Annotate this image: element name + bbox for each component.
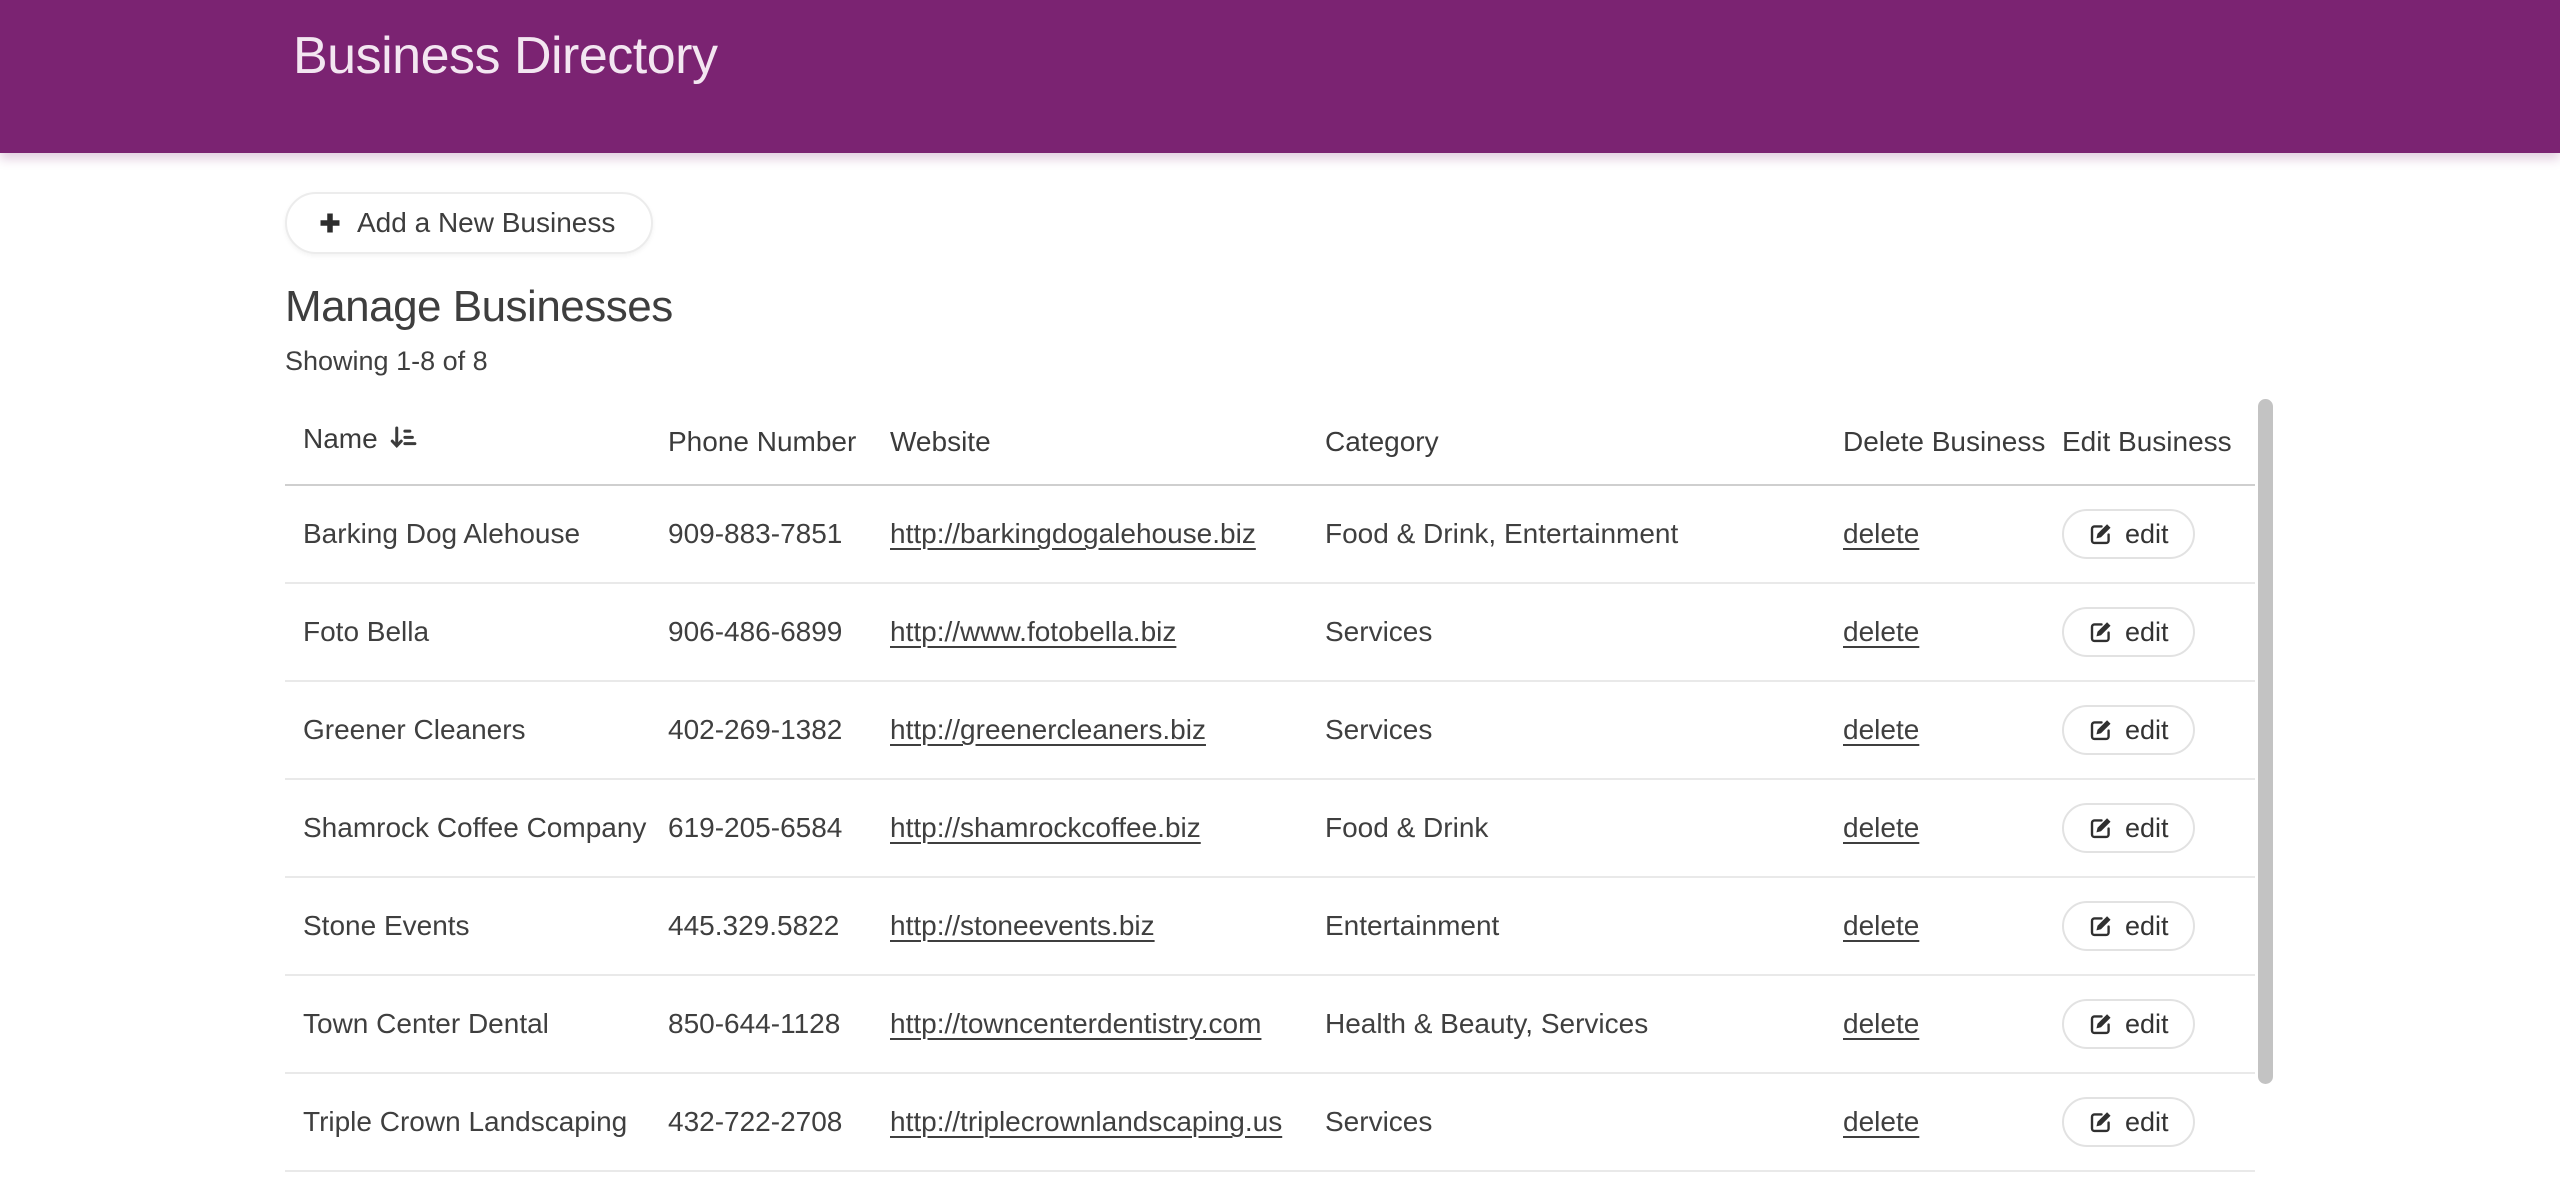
category-cell: Services: [1307, 681, 1825, 779]
edit-button[interactable]: edit: [2062, 509, 2195, 559]
add-business-button-label: Add a New Business: [357, 207, 615, 239]
business-name-cell: Shamrock Coffee Company: [285, 779, 650, 877]
sort-descending-icon[interactable]: [388, 423, 418, 460]
phone-cell: 850-644-1128: [650, 975, 872, 1073]
edit-icon: [2088, 717, 2114, 743]
edit-button[interactable]: edit: [2062, 607, 2195, 657]
category-cell: Services: [1307, 1073, 1825, 1171]
business-name-cell: Stone Events: [285, 877, 650, 975]
table-scrollbar[interactable]: [2258, 399, 2273, 1084]
phone-cell: 402-269-1382: [650, 681, 872, 779]
delete-link[interactable]: delete: [1843, 518, 1919, 549]
table-row: Barking Dog Alehouse 909-883-7851 http:/…: [285, 485, 2255, 583]
column-header-phone: Phone Number: [650, 399, 872, 485]
column-header-name[interactable]: Name: [285, 399, 650, 485]
edit-icon: [2088, 1109, 2114, 1135]
edit-button-label: edit: [2125, 617, 2169, 648]
delete-link[interactable]: delete: [1843, 714, 1919, 745]
website-link[interactable]: http://towncenterdentistry.com: [890, 1008, 1261, 1039]
column-header-category: Category: [1307, 399, 1825, 485]
business-name-cell: Greener Cleaners: [285, 681, 650, 779]
add-business-button[interactable]: Add a New Business: [285, 192, 653, 254]
table-row: Greener Cleaners 402-269-1382 http://gre…: [285, 681, 2255, 779]
column-header-website: Website: [872, 399, 1307, 485]
website-link[interactable]: http://greenercleaners.biz: [890, 714, 1206, 745]
edit-icon: [2088, 913, 2114, 939]
edit-button[interactable]: edit: [2062, 705, 2195, 755]
phone-cell: 445.329.5822: [650, 877, 872, 975]
phone-cell: 906-486-6899: [650, 583, 872, 681]
business-name-cell: Triple Crown Landscaping: [285, 1073, 650, 1171]
businesses-table: Name Phone Number Website Categ: [285, 399, 2255, 1172]
delete-link[interactable]: delete: [1843, 616, 1919, 647]
delete-link[interactable]: delete: [1843, 812, 1919, 843]
edit-icon: [2088, 521, 2114, 547]
table-header-row: Name Phone Number Website Categ: [285, 399, 2255, 485]
category-cell: Health & Beauty, Services: [1307, 975, 1825, 1073]
edit-button-label: edit: [2125, 1107, 2169, 1138]
plus-icon: [317, 210, 343, 236]
showing-count-text: Showing 1-8 of 8: [285, 346, 2275, 377]
phone-cell: 909-883-7851: [650, 485, 872, 583]
website-link[interactable]: http://triplecrownlandscaping.us: [890, 1106, 1282, 1137]
edit-button-label: edit: [2125, 813, 2169, 844]
business-name-cell: Town Center Dental: [285, 975, 650, 1073]
edit-button[interactable]: edit: [2062, 901, 2195, 951]
category-cell: Food & Drink: [1307, 779, 1825, 877]
table-row: Town Center Dental 850-644-1128 http://t…: [285, 975, 2255, 1073]
website-link[interactable]: http://shamrockcoffee.biz: [890, 812, 1201, 843]
column-header-edit: Edit Business: [2044, 399, 2255, 485]
businesses-table-container: Name Phone Number Website Categ: [285, 399, 2275, 1172]
website-link[interactable]: http://stoneevents.biz: [890, 910, 1155, 941]
edit-icon: [2088, 1011, 2114, 1037]
edit-button-label: edit: [2125, 519, 2169, 550]
phone-cell: 432-722-2708: [650, 1073, 872, 1171]
app-header: Business Directory: [0, 0, 2560, 153]
edit-button[interactable]: edit: [2062, 803, 2195, 853]
table-row: Triple Crown Landscaping 432-722-2708 ht…: [285, 1073, 2255, 1171]
table-row: Stone Events 445.329.5822 http://stoneev…: [285, 877, 2255, 975]
edit-icon: [2088, 619, 2114, 645]
edit-button-label: edit: [2125, 1009, 2169, 1040]
category-cell: Food & Drink, Entertainment: [1307, 485, 1825, 583]
delete-link[interactable]: delete: [1843, 910, 1919, 941]
table-row: Foto Bella 906-486-6899 http://www.fotob…: [285, 583, 2255, 681]
edit-button[interactable]: edit: [2062, 999, 2195, 1049]
delete-link[interactable]: delete: [1843, 1008, 1919, 1039]
table-row: Shamrock Coffee Company 619-205-6584 htt…: [285, 779, 2255, 877]
main-content: Add a New Business Manage Businesses Sho…: [285, 153, 2275, 1172]
edit-icon: [2088, 815, 2114, 841]
category-cell: Services: [1307, 583, 1825, 681]
phone-cell: 619-205-6584: [650, 779, 872, 877]
column-header-delete: Delete Business: [1825, 399, 2044, 485]
website-link[interactable]: http://barkingdogalehouse.biz: [890, 518, 1256, 549]
category-cell: Entertainment: [1307, 877, 1825, 975]
business-name-cell: Foto Bella: [285, 583, 650, 681]
edit-button-label: edit: [2125, 911, 2169, 942]
page-title: Business Directory: [293, 26, 717, 86]
column-header-name-label: Name: [303, 423, 378, 454]
edit-button[interactable]: edit: [2062, 1097, 2195, 1147]
delete-link[interactable]: delete: [1843, 1106, 1919, 1137]
business-name-cell: Barking Dog Alehouse: [285, 485, 650, 583]
manage-businesses-heading: Manage Businesses: [285, 282, 2275, 332]
website-link[interactable]: http://www.fotobella.biz: [890, 616, 1176, 647]
edit-button-label: edit: [2125, 715, 2169, 746]
